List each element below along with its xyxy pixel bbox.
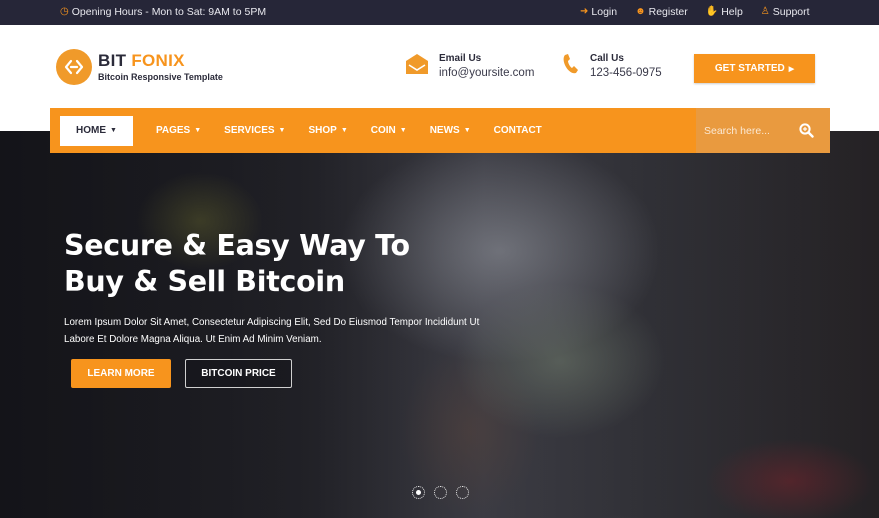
main-nav: HOME ▼ PAGES ▼ SERVICES ▼ SHOP ▼ COIN ▼ …	[50, 108, 830, 153]
help-label: Help	[721, 6, 743, 18]
login-icon: ➜	[580, 6, 589, 17]
login-label: Login	[591, 6, 618, 18]
chevron-down-icon: ▼	[110, 127, 117, 134]
get-started-button[interactable]: GET STARTED ▶	[694, 54, 815, 83]
get-started-label: GET STARTED	[714, 63, 785, 74]
nav-pages-label: PAGES	[155, 125, 191, 136]
nav-contact[interactable]: CONTACT	[494, 125, 542, 136]
nav-news[interactable]: NEWS ▼	[430, 125, 471, 136]
phone-icon	[563, 54, 578, 74]
logo-icon	[56, 49, 92, 85]
logo-title: BIT FONIX	[98, 52, 223, 69]
hero-desc-line-2: Labore Et Dolore Magna Aliqua. Ut Enim A…	[64, 334, 322, 345]
opening-hours: ◷ Opening Hours - Mon to Sat: 9AM to 5PM	[60, 6, 266, 18]
nav-coin[interactable]: COIN ▼	[371, 125, 407, 136]
chevron-down-icon: ▼	[463, 127, 471, 134]
top-bar: ◷ Opening Hours - Mon to Sat: 9AM to 5PM…	[0, 0, 879, 25]
support-link[interactable]: ♙ Support	[761, 6, 810, 18]
logo-subtitle: Bitcoin Responsive Template	[98, 72, 223, 82]
hero-title: Secure & Easy Way To Buy & Sell Bitcoin	[64, 228, 410, 300]
phone-label: Call Us	[590, 53, 624, 64]
nav-services-label: SERVICES	[224, 125, 275, 136]
nav-coin-label: COIN	[370, 125, 396, 136]
user-icon: ☻	[635, 6, 646, 17]
email-contact: Email Us info@yoursite.com	[405, 53, 534, 79]
phone-contact: Call Us 123-456-0975	[562, 53, 662, 79]
search-input[interactable]	[704, 124, 796, 137]
logo-title-accent: FONIX	[131, 51, 185, 70]
hero-title-line-2: Buy & Sell Bitcoin	[64, 265, 345, 298]
slide-dot-2[interactable]	[434, 486, 447, 499]
nav-home[interactable]: HOME ▼	[60, 115, 133, 146]
hero-desc-line-1: Lorem Ipsum Dolor Sit Amet, Consectetur …	[64, 317, 480, 328]
slide-dot-1[interactable]	[412, 486, 425, 499]
search-box	[696, 108, 830, 153]
nav-contact-label: CONTACT	[493, 125, 542, 136]
support-icon: ♙	[760, 6, 770, 17]
chevron-down-icon: ▼	[340, 127, 348, 134]
search-icon[interactable]	[799, 123, 814, 138]
top-links: ➜ Login ☻ Register ✋ Help ♙ Support	[580, 6, 810, 18]
chevron-down-icon: ▼	[194, 127, 202, 134]
login-link[interactable]: ➜ Login	[580, 6, 617, 18]
nav-pages[interactable]: PAGES ▼	[156, 125, 201, 136]
logo-title-main: BIT	[98, 51, 127, 70]
nav-home-label: HOME	[76, 125, 106, 136]
slide-dot-active-marker	[416, 490, 421, 495]
chevron-down-icon: ▼	[399, 127, 407, 134]
slide-dot-3[interactable]	[456, 486, 469, 499]
register-link[interactable]: ☻ Register	[635, 6, 688, 18]
nav-services[interactable]: SERVICES ▼	[224, 125, 285, 136]
clock-icon: ◷	[60, 6, 69, 17]
envelope-icon	[406, 54, 428, 74]
learn-more-button[interactable]: LEARN MORE	[71, 359, 171, 388]
hero-title-line-1: Secure & Easy Way To	[64, 229, 410, 262]
nav-news-label: NEWS	[429, 125, 460, 136]
nav-shop-label: SHOP	[308, 125, 337, 136]
chevron-down-icon: ▼	[278, 127, 286, 134]
nav-shop[interactable]: SHOP ▼	[308, 125, 347, 136]
bitcoin-price-button[interactable]: BITCOIN PRICE	[185, 359, 292, 388]
register-label: Register	[648, 6, 688, 18]
logo[interactable]: BIT FONIX Bitcoin Responsive Template	[56, 49, 223, 85]
help-link[interactable]: ✋ Help	[706, 6, 743, 18]
caret-right-icon: ▶	[788, 65, 795, 73]
hero-description: Lorem Ipsum Dolor Sit Amet, Consectetur …	[64, 314, 494, 348]
phone-value[interactable]: 123-456-0975	[590, 67, 662, 79]
email-label: Email Us	[439, 53, 482, 64]
slider-pagination	[412, 486, 469, 499]
support-label: Support	[772, 6, 810, 18]
opening-hours-text: Opening Hours - Mon to Sat: 9AM to 5PM	[71, 6, 267, 18]
hand-icon: ✋	[705, 6, 719, 17]
email-value[interactable]: info@yoursite.com	[439, 67, 534, 79]
